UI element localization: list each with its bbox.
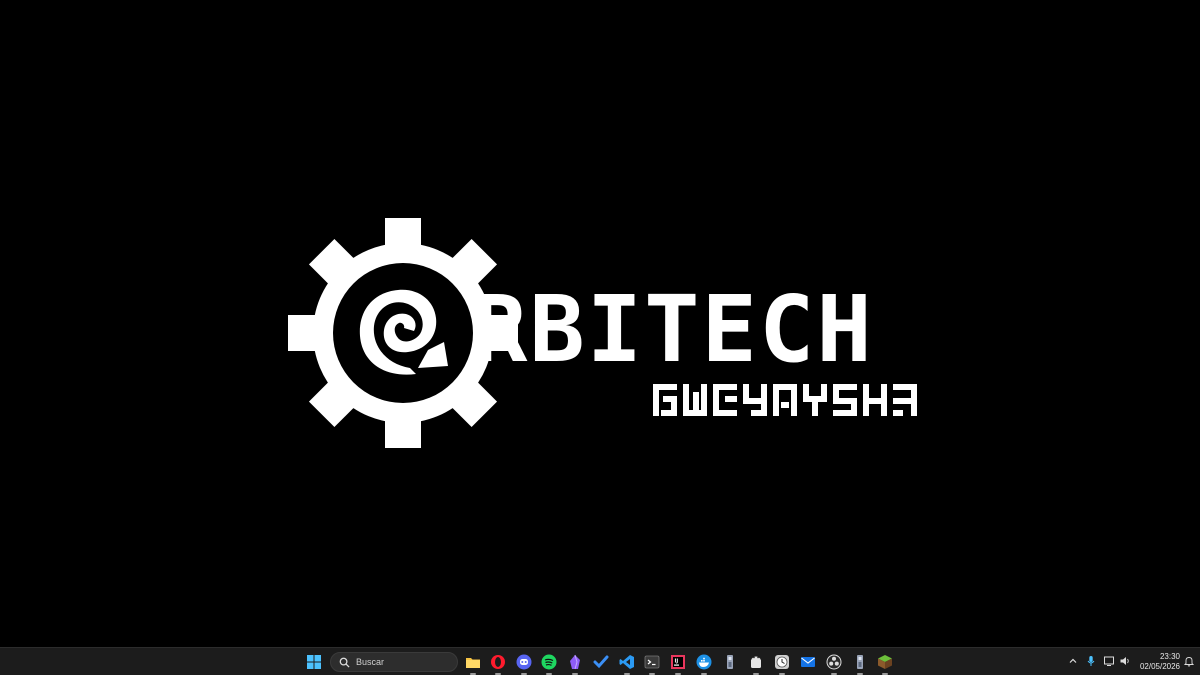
clock-app-button[interactable] xyxy=(771,651,793,675)
network-tray[interactable] xyxy=(1102,654,1116,668)
minecraft-button[interactable] xyxy=(874,651,896,675)
search-icon xyxy=(339,657,350,668)
mail-icon xyxy=(801,657,815,667)
obs-button[interactable] xyxy=(823,651,845,675)
discord-icon xyxy=(516,654,532,670)
docker-icon xyxy=(696,654,712,670)
show-hidden-icons[interactable] xyxy=(1066,654,1080,668)
docker-button[interactable] xyxy=(693,651,715,675)
notification-bell-icon[interactable] xyxy=(1183,655,1195,667)
file-explorer-button[interactable] xyxy=(462,651,484,675)
terminal-button[interactable] xyxy=(641,651,663,675)
pinned-app-2-button[interactable] xyxy=(849,651,871,675)
jetbrains-button[interactable]: IJ xyxy=(667,651,689,675)
cipher-glyphs xyxy=(653,384,917,416)
pin-app-2-icon xyxy=(857,655,863,669)
network-icon xyxy=(1104,656,1114,666)
minecraft-icon xyxy=(878,655,892,669)
volume-tray[interactable] xyxy=(1118,654,1132,668)
clock-icon xyxy=(775,655,789,669)
search-placeholder: Buscar xyxy=(356,657,385,667)
start-button[interactable] xyxy=(303,651,325,673)
checkmark-icon xyxy=(593,655,609,669)
spotify-button[interactable] xyxy=(538,651,560,675)
speaker-icon xyxy=(1120,657,1129,665)
taskbar: Buscar IJ 23:30 02/05/2026 xyxy=(0,647,1200,675)
opera-button[interactable] xyxy=(487,651,509,675)
orbitech-wordmark: RBITECH xyxy=(472,276,874,383)
obs-icon xyxy=(826,654,842,670)
folder-icon xyxy=(466,658,480,668)
microphone-tray[interactable] xyxy=(1084,654,1098,668)
spotify-icon xyxy=(541,654,557,670)
clock-date: 02/05/2026 xyxy=(1139,662,1180,671)
svg-text:IJ: IJ xyxy=(675,659,679,665)
obsidian-button[interactable] xyxy=(564,651,586,675)
windows-start-icon xyxy=(307,655,321,669)
android-icon xyxy=(751,656,761,668)
vscode-button[interactable] xyxy=(616,651,638,675)
microphone-icon xyxy=(1087,656,1095,666)
terminal-icon xyxy=(644,655,660,669)
orbitech-logo: RBITECH xyxy=(288,218,938,448)
pinned-app-button[interactable] xyxy=(719,651,741,673)
clock-time: 23:30 xyxy=(1159,652,1180,661)
taskbar-search-box[interactable]: Buscar xyxy=(330,652,458,672)
vscode-icon xyxy=(619,655,634,669)
obsidian-icon xyxy=(570,654,580,670)
opera-icon xyxy=(491,655,505,669)
todo-button[interactable] xyxy=(590,651,612,673)
mail-button[interactable] xyxy=(797,651,819,673)
discord-button[interactable] xyxy=(513,651,535,675)
clock-tray[interactable]: 23:30 02/05/2026 xyxy=(1134,652,1180,672)
jetbrains-icon: IJ xyxy=(671,655,685,669)
pin-app-icon xyxy=(727,655,733,669)
desktop-wallpaper: RBITECH xyxy=(0,0,1200,647)
chevron-up-icon xyxy=(1069,658,1077,663)
android-button[interactable] xyxy=(745,651,767,675)
